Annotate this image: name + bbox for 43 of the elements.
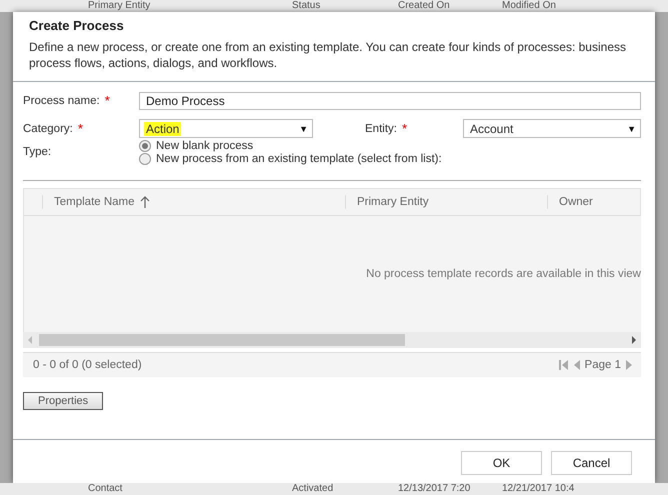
radio-label[interactable]: New blank process [156,140,254,152]
column-header: Primary Entity [88,0,152,12]
horizontal-scrollbar[interactable] [23,332,641,348]
column-header[interactable]: Owner [547,195,640,209]
table-cell-text: Contact [88,483,124,495]
scrollbar-thumb[interactable] [39,334,405,346]
radio-button[interactable] [139,140,151,152]
column-header[interactable]: Template Name [42,195,345,209]
sort-up-arrow-icon[interactable] [140,196,150,208]
column-header: Modified On [502,0,557,12]
field-label: Entity: [365,122,397,134]
previous-page-icon[interactable] [572,360,580,370]
next-page-icon[interactable] [626,360,633,370]
entity-dropdown[interactable]: Account ▼ [463,119,641,138]
table-cell-text: 12/13/2017 7:20 [398,483,472,495]
field-label: Type: [23,146,52,158]
radio-button[interactable] [139,153,151,165]
first-page-icon[interactable] [558,360,568,370]
table-cell-text: 12/21/2017 10:4 [502,483,576,495]
process-name-field[interactable]: Demo Process [139,92,641,110]
scroll-right-icon[interactable] [631,336,637,344]
required-mark: * [78,122,83,134]
empty-message: No process template records are available in this view [366,268,641,280]
dialog-button[interactable]: OK [461,451,542,475]
properties-button[interactable]: Properties [23,392,104,410]
field-label: Category: [23,122,73,134]
table-cell-text: Activated [292,483,334,495]
dialog-title: Create Process [29,18,125,33]
page-number: Page 1 [584,359,621,371]
required-mark: * [402,122,408,134]
category-dropdown[interactable]: Action ▼ [139,119,313,138]
radio-label[interactable]: New process from an existing template (select from list): [156,153,442,165]
record-count: 0 - 0 of 0 (0 selected) [33,359,142,371]
dialog-button[interactable]: Cancel [551,451,632,475]
caret-icon: ▼ [299,124,308,134]
caret-icon: ▼ [627,124,636,134]
scroll-left-icon[interactable] [27,336,33,344]
dialog-description: Define a new process, or create one from an existing template. You can create four kinds of processes: business process flows, actions, dialogs, and workflows. [29,39,627,71]
column-header: Created On [398,0,451,12]
required-mark: * [104,95,110,107]
column-header: Status [292,0,322,12]
column-header[interactable]: Primary Entity [345,195,547,209]
field-label: Process name: [23,95,100,107]
